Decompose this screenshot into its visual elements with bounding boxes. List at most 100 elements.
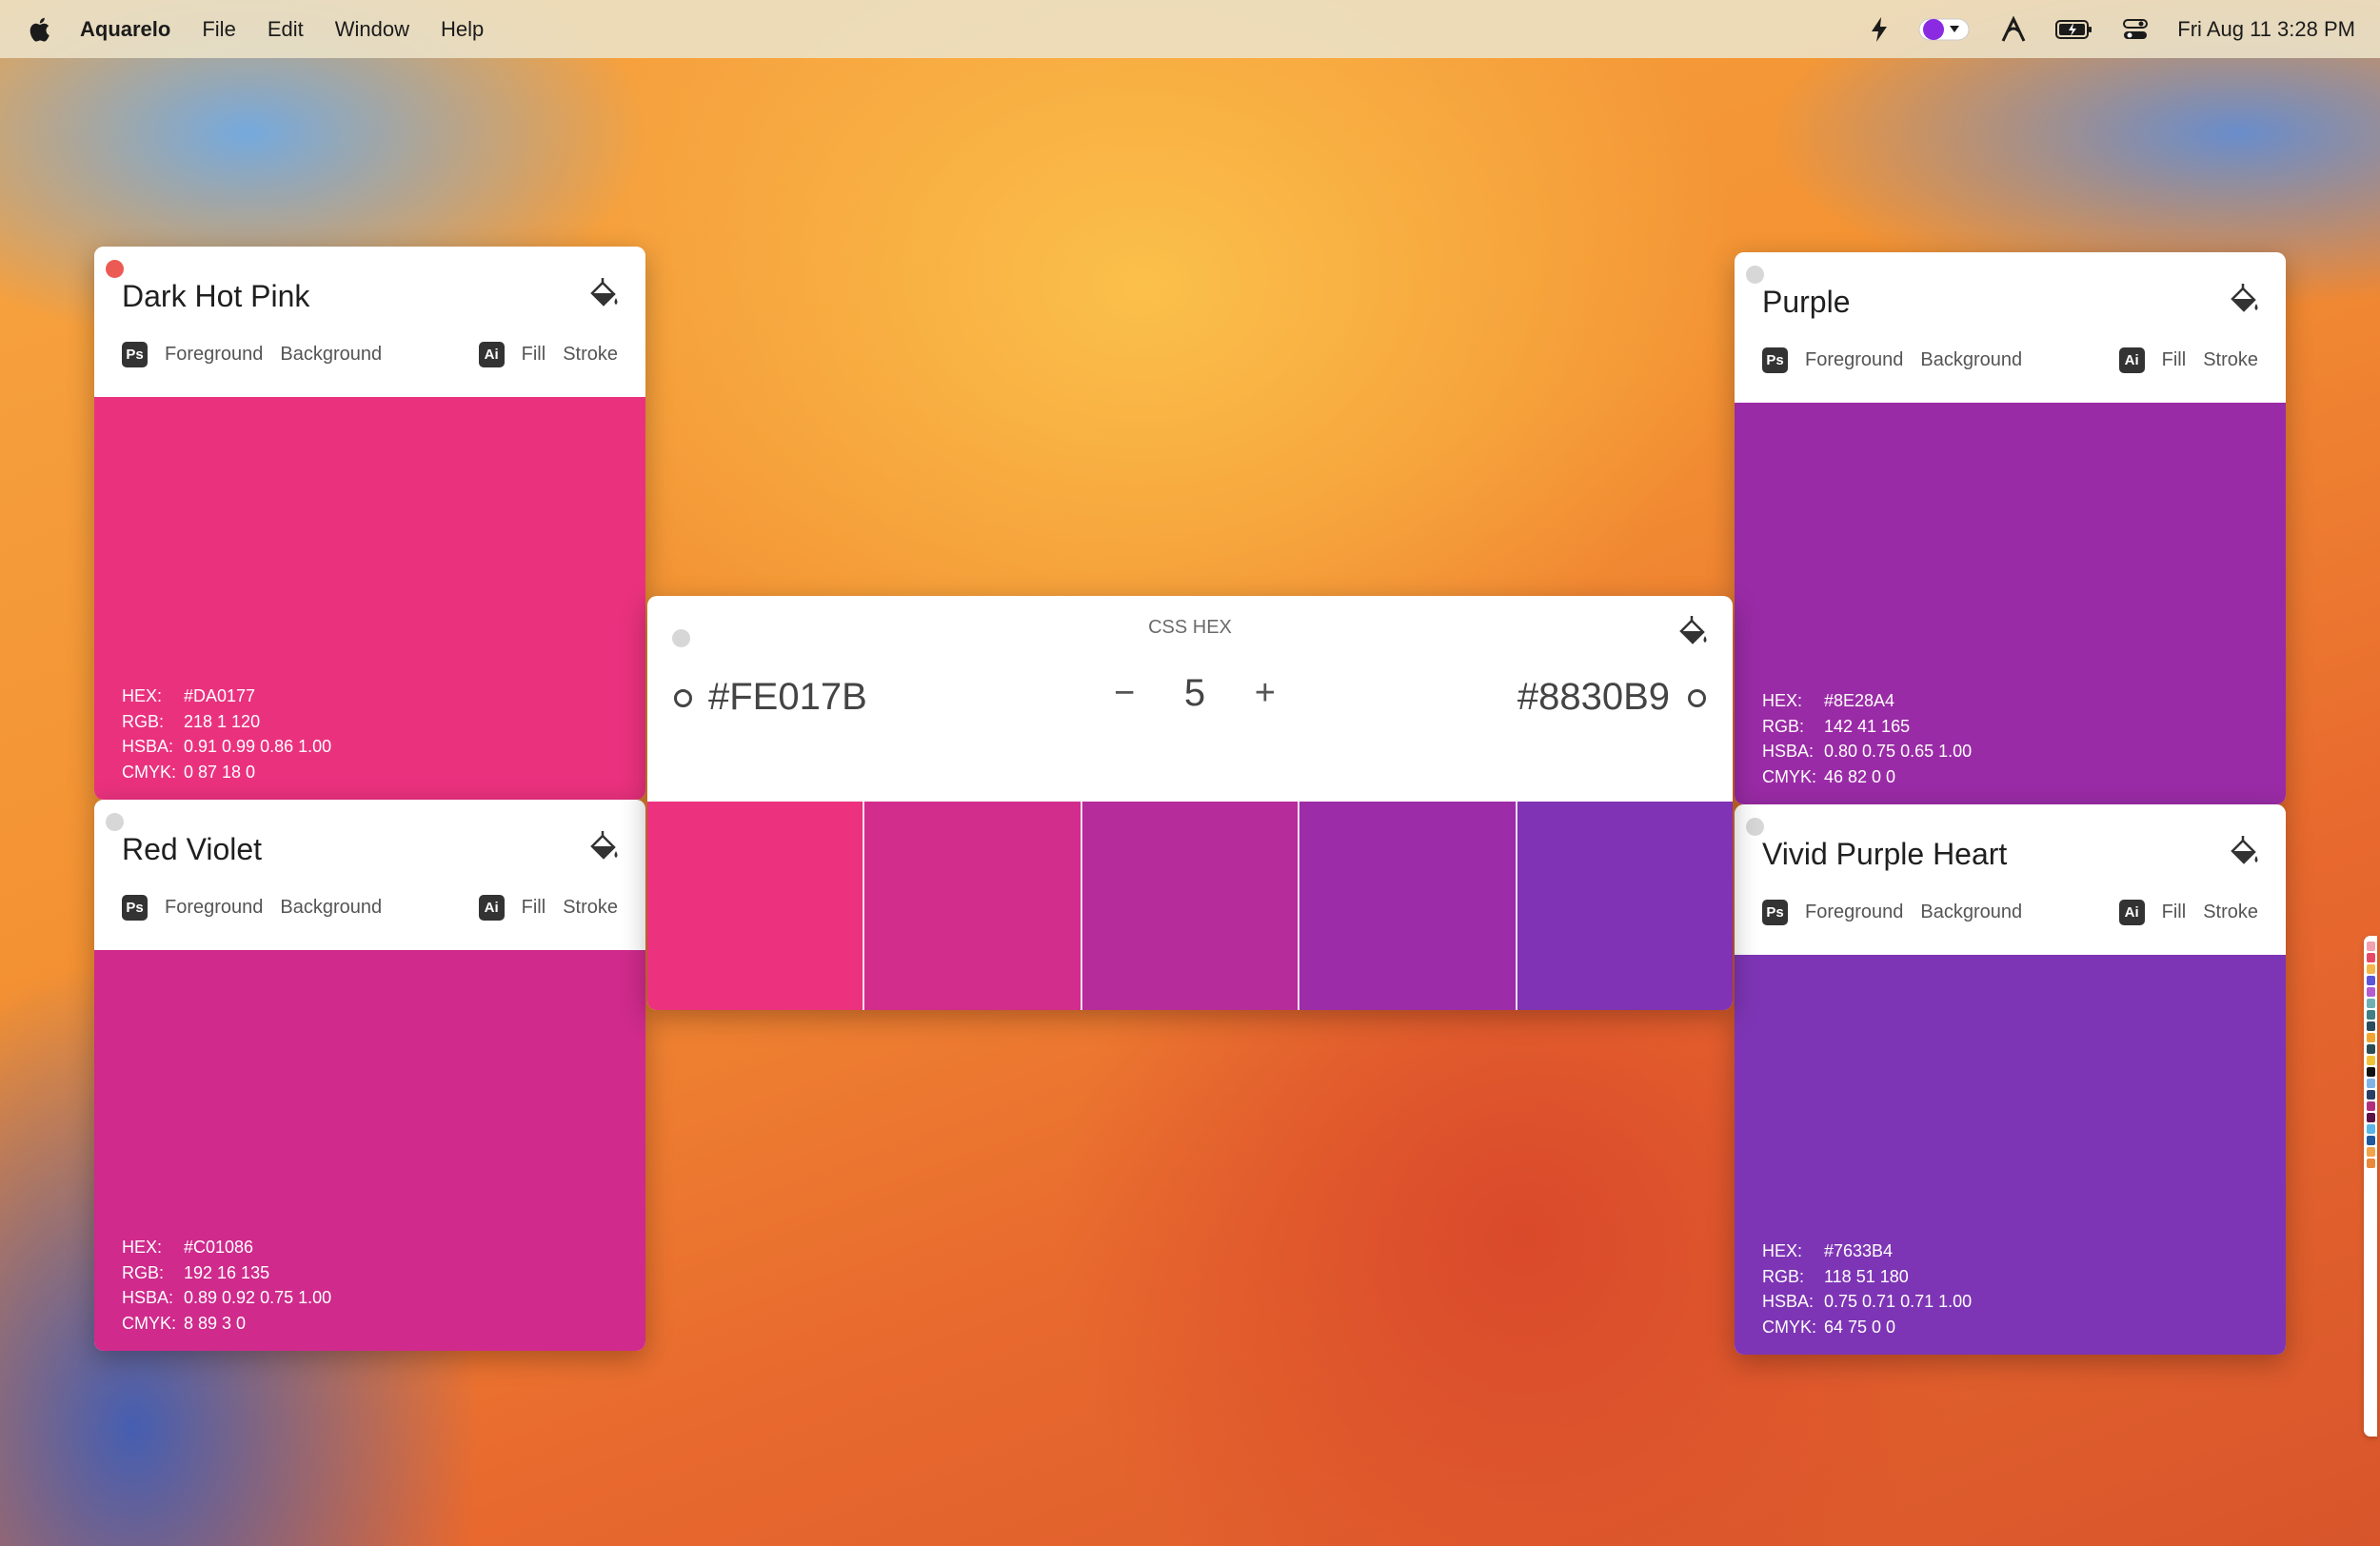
palette-chip[interactable] [2366,1159,2375,1168]
menu-window[interactable]: Window [335,17,409,42]
color-card-dark-hot-pink[interactable]: Dark Hot Pink Ps Foreground Background A… [94,247,645,800]
palette-drawer[interactable] [2364,936,2377,1437]
menu-help[interactable]: Help [441,17,484,42]
palette-chip[interactable] [2366,1147,2375,1157]
rgb-label: RGB: [122,1262,165,1282]
palette-chip[interactable] [2366,1021,2375,1031]
palette-chip[interactable] [2366,941,2375,951]
background-button[interactable]: Background [280,344,382,366]
foreground-button[interactable]: Foreground [165,897,263,919]
close-button[interactable] [1746,818,1764,836]
palette-chip[interactable] [2366,1010,2375,1020]
paint-bucket-icon[interactable] [2227,835,2261,869]
background-button[interactable]: Background [1920,902,2022,923]
palette-chip[interactable] [2366,1079,2375,1088]
gradient-swatch[interactable] [1517,802,1733,1010]
end-handle-icon[interactable] [1688,689,1706,707]
hsba-value: 0.80 0.75 0.65 1.00 [1824,742,1973,761]
apple-menu-icon[interactable] [27,15,55,44]
menu-file[interactable]: File [202,17,235,42]
gradient-window[interactable]: CSS HEX #FE017B − 5 + #8830B9 [647,596,1733,1010]
foreground-button[interactable]: Foreground [1805,349,1903,371]
increment-button[interactable]: + [1255,673,1276,714]
foreground-button[interactable]: Foreground [1805,902,1903,923]
color-name: Vivid Purple Heart [1762,837,2008,871]
fill-button[interactable]: Fill [2162,902,2187,923]
format-caption[interactable]: CSS HEX [647,617,1733,639]
color-values: HEX: #8E28A4 RGB: 142 41 165 HSBA: 0.80 0.7… [1762,688,1972,789]
end-hex[interactable]: #8830B9 [1517,676,1670,719]
stroke-button[interactable]: Stroke [2203,902,2258,923]
decrement-button[interactable]: − [1114,673,1135,714]
palette-chip[interactable] [2366,1056,2375,1065]
bolt-icon[interactable] [1869,16,1890,43]
foreground-button[interactable]: Foreground [165,344,263,366]
menu-edit[interactable]: Edit [268,17,304,42]
hex-label: HEX: [1762,691,1803,710]
color-swatch[interactable]: HEX: #DA0177 RGB: 218 1 120 HSBA: 0.91 0.99… [94,397,645,800]
stroke-button[interactable]: Stroke [563,897,618,919]
hsba-label: HSBA: [122,737,174,756]
palette-chip[interactable] [2366,1090,2375,1100]
start-handle-icon[interactable] [674,689,692,707]
gradient-swatch[interactable] [864,802,1082,1010]
paint-bucket-icon[interactable] [2227,283,2261,317]
control-center-icon[interactable] [2122,18,2149,41]
color-values: HEX: #7633B4 RGB: 118 51 180 HSBA: 0.75 0.7… [1762,1239,1972,1339]
export-row: Ps Foreground Background Ai Fill Stroke [122,893,618,922]
hex-value: #DA0177 [184,686,256,705]
font-app-icon[interactable] [2000,15,2027,43]
palette-chip[interactable] [2366,1136,2375,1145]
color-values: HEX: #DA0177 RGB: 218 1 120 HSBA: 0.91 0.99… [122,684,331,784]
start-hex[interactable]: #FE017B [708,676,867,719]
fill-button[interactable]: Fill [522,897,546,919]
paint-bucket-icon[interactable] [586,277,621,311]
fill-button[interactable]: Fill [522,344,546,366]
photoshop-icon: Ps [122,341,148,367]
cmyk-value: 64 75 0 0 [1824,1317,1896,1337]
rgb-value: 118 51 180 [1824,1266,1909,1286]
rgb-label: RGB: [1762,716,1805,736]
photoshop-icon: Ps [1762,899,1788,925]
palette-chip[interactable] [2366,1044,2375,1054]
paint-bucket-icon[interactable] [586,830,621,864]
gradient-swatch[interactable] [1299,802,1517,1010]
color-swatch[interactable]: HEX: #8E28A4 RGB: 142 41 165 HSBA: 0.80 0.7… [1735,403,2286,804]
hex-value: #7633B4 [1824,1241,1894,1260]
close-button[interactable] [106,260,124,278]
fill-button[interactable]: Fill [2162,349,2187,371]
background-button[interactable]: Background [280,897,382,919]
palette-chip[interactable] [2366,1113,2375,1122]
menu-app-name[interactable]: Aquarelo [80,17,170,42]
color-picker-status-icon[interactable] [1918,16,1972,43]
illustrator-icon: Ai [478,341,505,367]
palette-chip[interactable] [2366,964,2375,974]
steps-count: 5 [1183,672,1206,714]
status-area: Fri Aug 11 3:28 PM [1840,0,2355,58]
stroke-button[interactable]: Stroke [563,344,618,366]
palette-chip[interactable] [2366,1067,2375,1077]
color-card-purple[interactable]: Purple Ps Foreground Background Ai Fill … [1735,252,2286,804]
menu-clock[interactable]: Fri Aug 11 3:28 PM [2177,17,2355,42]
battery-icon[interactable] [2055,18,2093,41]
color-swatch[interactable]: HEX: #7633B4 RGB: 118 51 180 HSBA: 0.75 0.7… [1735,955,2286,1355]
color-name: Purple [1762,285,1851,319]
palette-chip[interactable] [2366,1101,2375,1111]
color-swatch[interactable]: HEX: #C01086 RGB: 192 16 135 HSBA: 0.89 0.9… [94,950,645,1351]
background-button[interactable]: Background [1920,349,2022,371]
color-card-red-violet[interactable]: Red Violet Ps Foreground Background Ai F… [94,800,645,1351]
paint-bucket-icon[interactable] [1676,615,1710,649]
stroke-button[interactable]: Stroke [2203,349,2258,371]
close-button[interactable] [106,813,124,831]
color-card-vivid-purple-heart[interactable]: Vivid Purple Heart Ps Foreground Backgro… [1735,804,2286,1355]
palette-chip[interactable] [2366,987,2375,997]
palette-chip[interactable] [2366,1033,2375,1042]
hex-value: #C01086 [184,1238,254,1257]
palette-chip[interactable] [2366,976,2375,985]
palette-chip[interactable] [2366,953,2375,962]
palette-chip[interactable] [2366,1124,2375,1134]
close-button[interactable] [1746,266,1764,284]
palette-chip[interactable] [2366,999,2375,1008]
gradient-swatch[interactable] [1081,802,1300,1010]
gradient-swatch[interactable] [647,802,865,1010]
